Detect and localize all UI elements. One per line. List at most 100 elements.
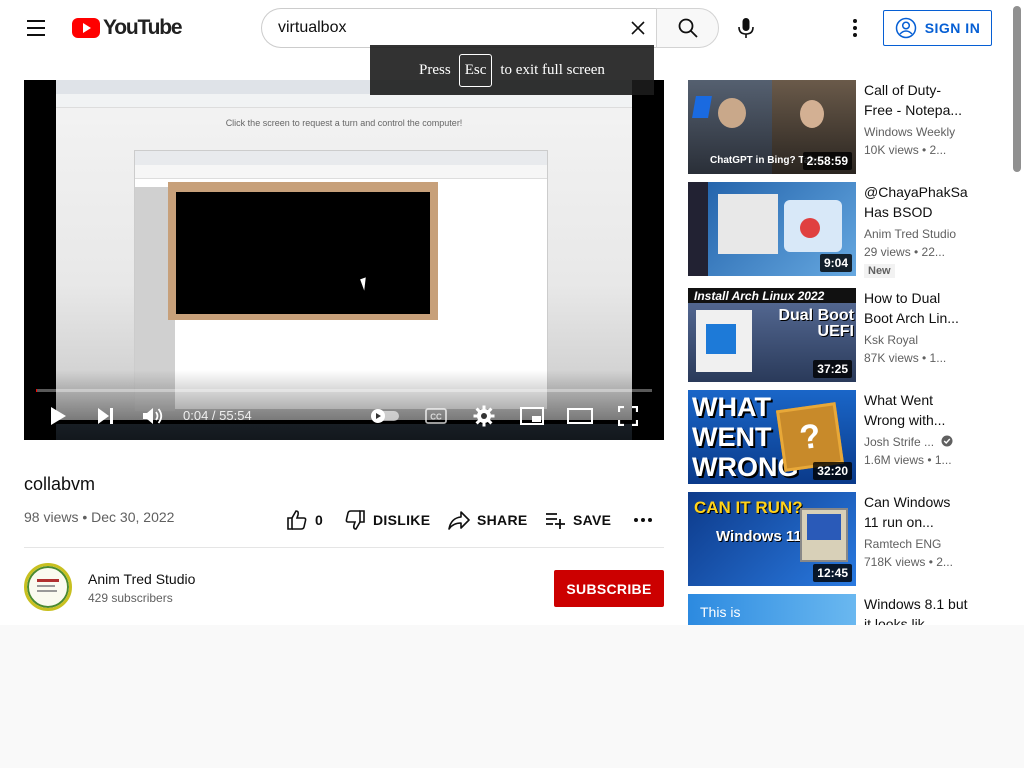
account-icon	[895, 17, 916, 39]
clear-search-icon[interactable]	[624, 14, 652, 42]
video-player[interactable]: Click the screen to request a turn and c…	[24, 80, 664, 440]
playlist-add-icon	[546, 513, 565, 529]
channel-avatar[interactable]	[24, 563, 72, 611]
recommendation-channel: Ksk Royal	[864, 333, 919, 347]
recommendation-item[interactable]: WHAT WENT WRONG ? 32:20 What Went Wrong …	[688, 390, 968, 484]
recommendation-thumbnail: Install Arch Linux 2022 Dual Boot UEFI 3…	[688, 288, 856, 382]
progress-fill	[36, 389, 37, 392]
dislike-label: DISLIKE	[373, 512, 431, 528]
video-duration: 32:20	[813, 462, 852, 480]
logo-text: YouTube	[103, 16, 183, 39]
page: YouTube SIGN IN Click the screen to requ…	[0, 0, 1024, 625]
recommendation-title: Call of Duty- Free - Notepa...	[864, 82, 963, 118]
recommendation-channel-name: Josh Strife ...	[864, 435, 935, 449]
search-box	[261, 8, 656, 48]
recommendation-thumbnail: CAN IT RUN? Windows 11 12:45	[688, 492, 856, 586]
video-meta: 98 views • Dec 30, 2022	[24, 509, 175, 525]
video-duration: 9:04	[819, 254, 852, 272]
recommendation-item[interactable]: CAN IT RUN? Windows 11 12:45 Can Windows…	[688, 492, 968, 586]
next-icon[interactable]	[92, 402, 120, 430]
search-input[interactable]	[278, 19, 618, 37]
captions-icon[interactable]: CC	[422, 402, 450, 430]
new-badge: New	[864, 264, 895, 278]
recommendation-thumbnail: This is	[688, 594, 856, 625]
recommendation-stats: 1.6M views • 1...	[864, 453, 952, 467]
fullscreen-exit-icon[interactable]	[614, 402, 642, 430]
search-icon	[678, 18, 698, 38]
toast-suffix: to exit full screen	[500, 61, 605, 78]
settings-gear-icon[interactable]	[470, 402, 498, 430]
recommendation-channel: Ramtech ENG	[864, 537, 942, 551]
svg-text:CC: CC	[430, 413, 442, 422]
video-duration: 2:58:59	[802, 152, 852, 170]
recommendation-stats: 718K views • 2...	[864, 555, 953, 569]
video-browser-address-bar	[56, 94, 632, 108]
more-actions-icon[interactable]	[634, 505, 652, 535]
more-options-icon[interactable]	[840, 12, 870, 44]
save-label: SAVE	[573, 512, 612, 528]
recommendation-stats: 87K views • 1...	[864, 351, 947, 365]
youtube-logo[interactable]: YouTube	[72, 16, 183, 40]
video-caption-text: Click the screen to request a turn and c…	[225, 118, 463, 128]
recommendation-item[interactable]: 9:04 @ChayaPhakSa Has BSOD VM... Anim Tr…	[688, 182, 968, 278]
youtube-play-icon	[72, 18, 100, 38]
like-count: 0	[315, 512, 324, 528]
play-icon[interactable]	[44, 402, 72, 430]
toast-key: Esc	[458, 53, 493, 87]
miniplayer-icon[interactable]	[518, 402, 546, 430]
menu-icon[interactable]	[20, 12, 52, 44]
thumbnail-text: This is	[700, 604, 741, 620]
thumbnail-text: Windows 11	[716, 528, 802, 545]
share-label: SHARE	[477, 512, 528, 528]
video-duration: 37:25	[813, 360, 852, 378]
share-button[interactable]: SHARE	[448, 505, 528, 535]
channel-subscribers: 429 subscribers	[88, 591, 173, 605]
thumbnail-text: CAN IT RUN?	[694, 498, 803, 517]
verified-icon	[941, 435, 953, 447]
video-duration: 12:45	[813, 564, 852, 582]
thumbnail-text: Dual Boot UEFI	[778, 307, 854, 340]
recommendation-thumbnail: ChatGPT in Bing? Tabs 2:58:59	[688, 80, 856, 174]
video-vm-window	[168, 182, 438, 320]
save-button[interactable]: SAVE	[544, 505, 611, 535]
thumbnail-text: Install Arch Linux 2022	[694, 289, 825, 303]
recommendation-item[interactable]: ChatGPT in Bing? Tabs 2:58:59 Call of Du…	[688, 80, 968, 174]
recommendation-thumbnail: 9:04	[688, 182, 856, 276]
recommendation-stats: 10K views • 2...	[864, 143, 947, 157]
thumbs-up-icon	[287, 510, 307, 530]
recommendation-title: What Went Wrong with...	[864, 392, 946, 428]
share-icon	[448, 511, 470, 530]
search-button[interactable]	[656, 8, 719, 48]
sign-in-button[interactable]: SIGN IN	[883, 10, 992, 46]
sign-in-label: SIGN IN	[924, 20, 981, 36]
scrollbar-thumb[interactable]	[1013, 6, 1021, 172]
volume-icon[interactable]	[139, 402, 167, 430]
video-title: collabvm	[24, 474, 96, 494]
info-divider	[24, 547, 664, 548]
like-button[interactable]: 0	[286, 505, 323, 535]
thumbnail-text: WHAT WENT WRONG	[692, 392, 799, 482]
autoplay-toggle[interactable]	[368, 402, 402, 430]
microphone-icon[interactable]	[730, 12, 762, 44]
video-frame: Click the screen to request a turn and c…	[56, 80, 632, 420]
fullscreen-toast: Press Esc to exit full screen	[370, 45, 654, 95]
recommendation-title: @ChayaPhakSa Has BSOD VM...	[864, 184, 968, 220]
recommendation-title: Windows 8.1 but it looks lik...	[864, 596, 968, 625]
thumbs-down-icon	[345, 510, 365, 530]
recommendation-item[interactable]: Install Arch Linux 2022 Dual Boot UEFI 3…	[688, 288, 968, 382]
recommendation-channel: Windows Weekly	[864, 125, 956, 139]
dislike-button[interactable]: DISLIKE	[344, 505, 430, 535]
recommendation-title: Can Windows 11 run on...	[864, 494, 951, 530]
page-scrollbar[interactable]	[1010, 0, 1024, 625]
subscribe-button[interactable]: SUBSCRIBE	[554, 570, 664, 607]
recommendation-stats: 29 views • 22...	[864, 245, 945, 259]
theater-mode-icon[interactable]	[566, 402, 594, 430]
progress-bar[interactable]	[36, 389, 652, 392]
recommendation-channel: Josh Strife ...	[864, 435, 953, 449]
recommendation-title: How to Dual Boot Arch Lin...	[864, 290, 959, 326]
recommendation-item[interactable]: This is Windows 8.1 but it looks lik...	[688, 594, 968, 625]
time-display: 0:04 / 55:54	[183, 408, 252, 423]
recommendation-thumbnail: WHAT WENT WRONG ? 32:20	[688, 390, 856, 484]
channel-name[interactable]: Anim Tred Studio	[88, 571, 195, 587]
recommendation-channel: Anim Tred Studio	[864, 227, 957, 241]
